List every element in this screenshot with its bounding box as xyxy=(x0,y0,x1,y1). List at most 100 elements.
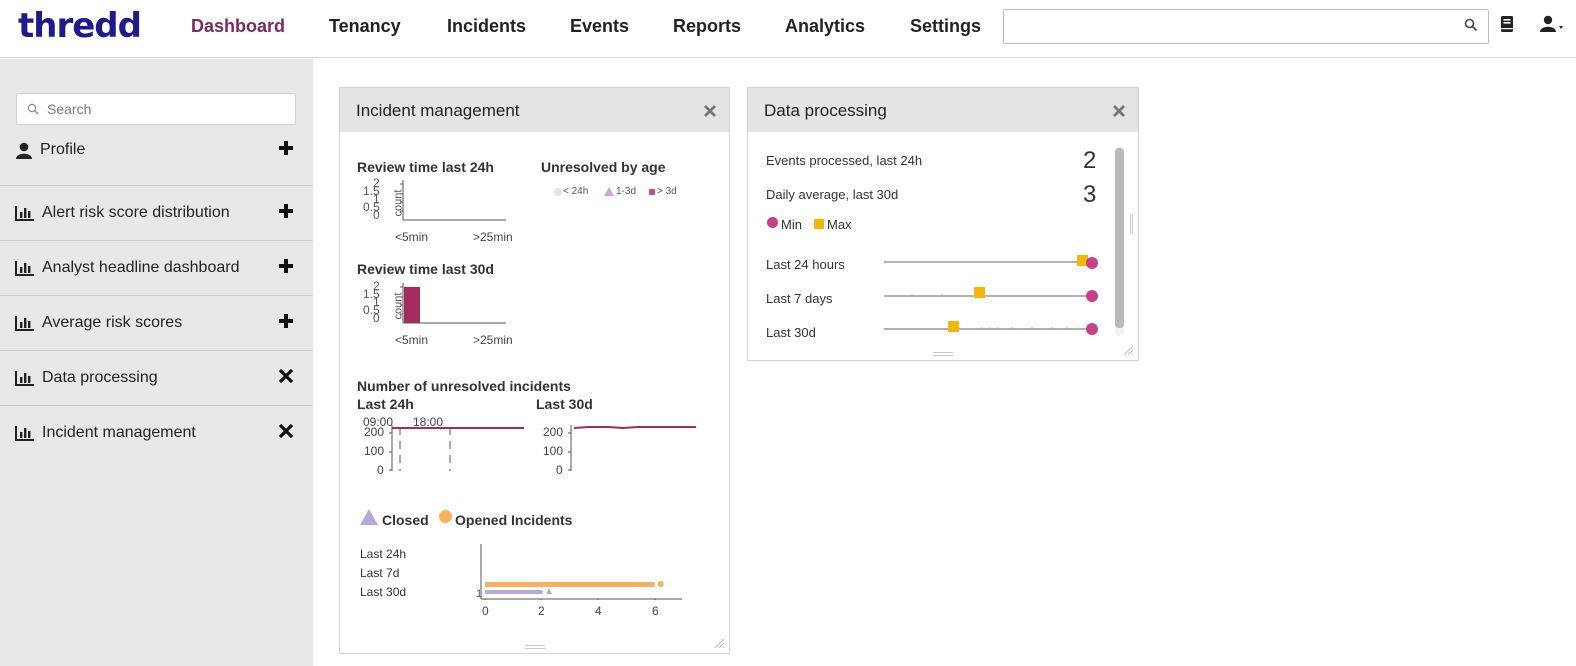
opened-legend-icon xyxy=(439,510,452,523)
sidebar-item-label: Incident management xyxy=(42,424,196,441)
user-menu-icon[interactable] xyxy=(1540,15,1576,33)
x-tick-label: >25min xyxy=(473,333,513,347)
row-label: Last 30d xyxy=(360,585,407,599)
closed-legend-label: Closed xyxy=(382,512,429,528)
unresolved-30d-chart xyxy=(568,425,696,471)
sidebar-item-profile[interactable]: Profile xyxy=(0,132,313,186)
resize-grip-icon[interactable] xyxy=(713,637,725,649)
thredd-logo[interactable]: thredd xyxy=(18,6,142,46)
daily-average-label: Daily average, last 30d xyxy=(766,187,899,202)
nav-reports[interactable]: Reports xyxy=(673,16,741,37)
side-resize-handle[interactable] xyxy=(1130,214,1133,234)
events-processed-label: Events processed, last 24h xyxy=(766,153,923,168)
opened-30d-bar xyxy=(485,582,655,587)
max-marker-7d xyxy=(974,287,985,298)
sidebar-item-label: Data processing xyxy=(42,369,158,386)
review-24h-chart xyxy=(400,180,506,221)
x-tick-label: 4 xyxy=(595,604,602,618)
sidebar-item-data-processing[interactable]: Data processing xyxy=(0,351,313,406)
close-icon[interactable] xyxy=(1112,104,1126,118)
legend-swatch-1-3d xyxy=(604,187,614,196)
sidebar-item-alert-risk-score-distribution[interactable]: Alert risk score distribution xyxy=(0,186,313,241)
x-tick-label: 6 xyxy=(652,604,659,618)
y-tick-label: 0 xyxy=(377,463,384,477)
add-icon[interactable] xyxy=(278,258,294,274)
y-tick-label: 100 xyxy=(543,444,564,458)
events-processed-value: 2 xyxy=(1083,147,1097,174)
sidebar-item-average-risk-scores[interactable]: Average risk scores xyxy=(0,296,313,351)
widget-sidebar: Profile Alert risk score distribution An… xyxy=(0,59,313,666)
unresolved-24h-chart xyxy=(389,425,524,471)
widget-header[interactable]: Data processing xyxy=(748,88,1138,132)
y-tick-label: 100 xyxy=(364,444,385,458)
nav-settings[interactable]: Settings xyxy=(910,16,981,37)
min-max-range-chart xyxy=(884,255,1098,335)
review-24h-title: Review time last 24h xyxy=(357,159,494,175)
resize-grip-icon[interactable] xyxy=(1122,344,1134,356)
closed-opened-chart xyxy=(480,544,682,600)
sidebar-item-label: Alert risk score distribution xyxy=(42,204,230,221)
nav-tenancy[interactable]: Tenancy xyxy=(329,16,401,37)
y-tick-label: 0 xyxy=(373,311,380,325)
unresolved-last-30d-label: Last 30d xyxy=(536,396,593,412)
legend-swatch-over-3d xyxy=(649,189,655,195)
min-legend-icon xyxy=(767,217,778,228)
search-icon xyxy=(27,103,39,115)
remove-icon[interactable] xyxy=(278,368,294,384)
x-tick-label: 0 xyxy=(482,604,489,618)
closed-30d-bar xyxy=(485,590,543,594)
widget-scrollbar[interactable] xyxy=(1115,146,1124,336)
nav-dashboard[interactable]: Dashboard xyxy=(191,16,285,37)
review-30d-bar xyxy=(404,287,420,323)
nav-events[interactable]: Events xyxy=(570,16,629,37)
drag-handle[interactable] xyxy=(933,352,953,356)
bar-chart-icon xyxy=(15,426,34,441)
y-tick-label: 200 xyxy=(543,425,564,439)
nav-incidents[interactable]: Incidents xyxy=(447,16,526,37)
x-tick-label: >25min xyxy=(473,230,513,244)
add-icon[interactable] xyxy=(278,203,294,219)
y-tick-label: 0 xyxy=(556,463,563,477)
widget-title: Incident management xyxy=(356,101,520,120)
global-search-input[interactable] xyxy=(1003,9,1489,44)
nav-analytics[interactable]: Analytics xyxy=(785,16,865,37)
bar-chart-icon xyxy=(15,316,34,331)
sidebar-search[interactable] xyxy=(16,93,296,125)
top-navigation-bar: thredd Dashboard Tenancy Incidents Event… xyxy=(0,0,1576,58)
add-icon[interactable] xyxy=(278,140,294,156)
min-marker-30d xyxy=(1086,323,1098,335)
x-tick-label: <5min xyxy=(395,333,429,347)
sidebar-item-label: Analyst headline dashboard xyxy=(42,259,240,276)
row-label: Last 7 days xyxy=(766,291,833,306)
sidebar-search-input[interactable] xyxy=(47,94,287,124)
data-processing-widget: Data processing Events processed, last 2… xyxy=(747,87,1139,361)
unresolved-last-24h-label: Last 24h xyxy=(357,396,414,412)
incident-management-widget: Incident management Review time last 24h… xyxy=(339,87,730,654)
daily-average-value: 3 xyxy=(1083,181,1097,208)
x-tick-label: <5min xyxy=(395,230,429,244)
legend-label: 1-3d xyxy=(616,186,637,197)
close-icon[interactable] xyxy=(703,104,717,118)
sidebar-item-analyst-headline-dashboard[interactable]: Analyst headline dashboard xyxy=(0,241,313,296)
bar-chart-icon xyxy=(15,261,34,276)
y-tick-label: 200 xyxy=(364,425,385,439)
sidebar-item-label: Average risk scores xyxy=(42,314,183,331)
legend-swatch-under-24h xyxy=(554,188,562,196)
unresolved-incidents-title: Number of unresolved incidents xyxy=(357,378,571,394)
sidebar-item-incident-management[interactable]: Incident management xyxy=(0,406,313,461)
closed-legend-icon xyxy=(360,509,378,525)
row-label: Last 30d xyxy=(766,325,816,340)
sidebar-item-label: Profile xyxy=(40,141,86,158)
opened-30d-dot xyxy=(657,581,664,587)
search-icon[interactable] xyxy=(1464,18,1478,32)
opened-legend-label: Opened Incidents xyxy=(455,512,573,528)
add-icon[interactable] xyxy=(278,313,294,329)
scrollbar-thumb[interactable] xyxy=(1115,148,1124,328)
user-icon xyxy=(16,142,32,159)
bar-chart-icon xyxy=(15,371,34,386)
drag-handle[interactable] xyxy=(525,645,545,649)
book-icon[interactable] xyxy=(1500,15,1514,33)
remove-icon[interactable] xyxy=(278,423,294,439)
widget-header[interactable]: Incident management xyxy=(340,88,729,132)
legend-label: > 3d xyxy=(657,186,677,197)
